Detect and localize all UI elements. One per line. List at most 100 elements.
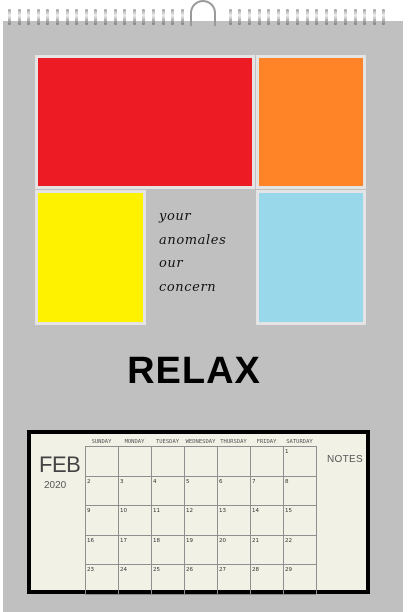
coil-ring xyxy=(27,9,31,25)
grid-line xyxy=(217,446,218,594)
tagline-line: anomales xyxy=(159,232,227,248)
grid-line xyxy=(85,534,316,536)
calendar-grid: SUNDAY MONDAY TUESDAY WEDNESDAY THURSDAY FRID… xyxy=(85,434,317,595)
grid-line xyxy=(151,446,152,594)
grid-line xyxy=(85,446,86,594)
weekday-label: SATURDAY xyxy=(286,439,313,445)
day-number: 14 xyxy=(252,508,259,515)
tagline: your anomales our concern xyxy=(159,205,254,299)
coil-ring xyxy=(286,9,290,25)
coil-ring xyxy=(75,9,79,25)
day-number: 16 xyxy=(87,537,94,544)
weekday-label: SUNDAY xyxy=(91,439,112,445)
grid-line xyxy=(85,594,316,595)
tagline-line: concern xyxy=(159,279,217,295)
day-number: 11 xyxy=(153,508,160,515)
day-number: 4 xyxy=(153,478,157,485)
coil-ring xyxy=(248,9,251,25)
headline: RELAX xyxy=(127,350,261,392)
grid-line xyxy=(85,446,316,447)
coil-ring xyxy=(180,9,184,25)
coil-ring xyxy=(305,9,309,25)
coil-ring xyxy=(94,9,98,25)
coil-ring xyxy=(65,9,69,25)
coil-ring xyxy=(267,9,271,25)
day-number: 5 xyxy=(186,478,190,485)
day-number: 13 xyxy=(219,508,226,515)
day-number: 25 xyxy=(153,567,160,574)
tagline-line: our xyxy=(159,256,184,271)
day-number: 6 xyxy=(219,478,223,485)
coil-ring xyxy=(372,9,376,25)
orange-color-block xyxy=(256,55,366,189)
coil-ring xyxy=(142,9,146,25)
coil-ring xyxy=(36,9,40,25)
day-number: 15 xyxy=(285,508,292,515)
coil-ring xyxy=(353,9,357,25)
grid-line xyxy=(118,446,119,594)
day-number: 23 xyxy=(87,567,94,574)
day-number: 27 xyxy=(219,567,226,574)
grid-line xyxy=(250,446,251,594)
day-number: 22 xyxy=(285,537,292,544)
coil-ring xyxy=(296,9,299,25)
day-number: 3 xyxy=(120,478,124,485)
day-number: 2 xyxy=(87,478,91,485)
coil-ring xyxy=(228,9,232,25)
coil-ring xyxy=(46,9,50,25)
coil-ring xyxy=(238,9,242,25)
day-number: 28 xyxy=(252,567,259,574)
day-number: 26 xyxy=(186,567,193,574)
month-name: FEB xyxy=(39,452,81,477)
coil-ring xyxy=(8,9,11,25)
weekday-label: MONDAY xyxy=(124,439,145,445)
day-number: 19 xyxy=(186,537,193,544)
grid-line xyxy=(85,505,316,507)
day-number: 9 xyxy=(87,508,91,515)
coil-ring xyxy=(324,9,328,25)
coil-ring xyxy=(152,9,155,25)
coil-ring xyxy=(171,9,175,25)
day-number: 24 xyxy=(120,567,127,574)
day-number: 12 xyxy=(186,508,193,515)
weekday-label: WEDNESDAY xyxy=(185,439,216,445)
coil-ring xyxy=(334,9,338,25)
weekday-label: FRIDAY xyxy=(256,439,277,445)
hanger-hook xyxy=(190,0,216,26)
month-panel: FEB 2020 xyxy=(31,434,85,590)
coil-ring xyxy=(161,9,165,25)
grid-line xyxy=(283,446,284,594)
coil-ring xyxy=(104,9,107,25)
coil-ring xyxy=(363,9,367,25)
coil-ring xyxy=(56,9,59,25)
blue-color-block xyxy=(256,190,366,325)
day-number: 29 xyxy=(285,567,292,574)
coil-ring xyxy=(17,9,21,25)
coil-ring xyxy=(276,9,280,25)
red-color-block xyxy=(35,55,255,189)
coil-ring xyxy=(344,9,347,25)
day-number: 8 xyxy=(285,478,289,485)
coil-ring xyxy=(315,9,319,25)
grid-line xyxy=(85,564,316,566)
weekday-label: THURSDAY xyxy=(220,439,247,445)
grid-line xyxy=(184,446,185,594)
coil-ring xyxy=(84,9,88,25)
coil-ring xyxy=(132,9,136,25)
month-year: 2020 xyxy=(44,480,67,491)
tagline-line: your xyxy=(159,209,192,224)
day-number: 18 xyxy=(153,537,160,544)
day-number: 17 xyxy=(120,537,127,544)
day-number: 7 xyxy=(252,478,256,485)
coil-ring xyxy=(257,9,261,25)
day-number: 10 xyxy=(120,508,127,515)
coil-ring xyxy=(123,9,127,25)
month-calendar: FEB 2020 SUNDAY MONDAY TUESDAY WEDNESDAY THU… xyxy=(27,430,370,595)
coil-ring xyxy=(382,9,386,25)
day-number: 1 xyxy=(285,449,289,455)
coil-ring xyxy=(113,9,117,25)
grid-line xyxy=(316,446,317,594)
yellow-color-block xyxy=(35,190,146,325)
day-number: 20 xyxy=(219,537,226,544)
grid-line xyxy=(85,475,316,477)
